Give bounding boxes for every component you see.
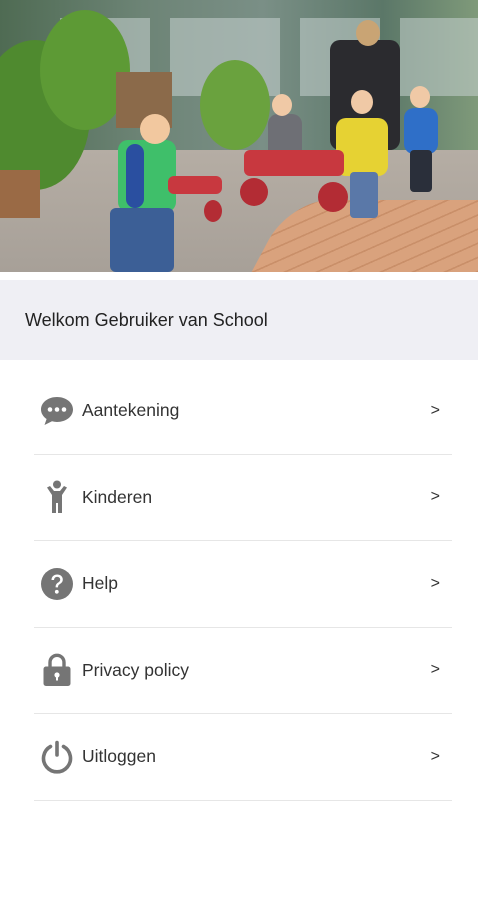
hero-window [400,18,478,96]
hero-kid-head [140,114,170,144]
hero-kid-head [410,86,430,108]
menu-item-label: Aantekening [82,400,180,421]
hero-kid-legs [410,150,432,192]
main-menu: Aantekening > Kinderen > Help > Privacy … [34,368,452,801]
hero-kid-head [272,94,292,116]
help-icon [40,567,74,601]
menu-item-label: Help [82,573,118,594]
menu-item-kinderen[interactable]: Kinderen > [34,455,452,541]
hero-wheel [318,182,348,212]
chat-bubble-icon [40,394,74,428]
hero-kid-head [351,90,373,114]
hero-wheel [204,200,222,222]
lock-icon [40,653,74,687]
chevron-right-icon: > [430,488,440,506]
menu-item-uitloggen[interactable]: Uitloggen > [34,714,452,801]
hero-kid-sleeve [126,144,144,208]
power-icon [40,740,74,774]
hero-kid [404,108,438,154]
hero-plant [200,60,270,150]
hero-kid-legs [350,172,378,218]
hero-adult-head [356,20,380,46]
menu-item-label: Uitloggen [82,746,156,767]
menu-item-label: Kinderen [82,486,153,507]
welcome-banner: Welkom Gebruiker van School [0,280,478,360]
chevron-right-icon: > [430,574,440,592]
hero-wheel [240,178,268,206]
hero-kid-legs [110,208,174,272]
hero-photo [0,0,478,272]
menu-item-privacy-policy[interactable]: Privacy policy > [34,628,452,714]
menu-item-label: Privacy policy [82,659,189,680]
chevron-right-icon: > [430,661,440,679]
chevron-right-icon: > [430,401,440,419]
hero-tricycle [244,150,344,176]
menu-item-help[interactable]: Help > [34,541,452,628]
chevron-right-icon: > [430,747,440,765]
menu-item-aantekening[interactable]: Aantekening > [34,368,452,455]
welcome-text: Welkom Gebruiker van School [25,309,268,330]
hero-tricycle [168,176,222,194]
child-icon [40,480,74,514]
hero-planter [0,170,40,218]
